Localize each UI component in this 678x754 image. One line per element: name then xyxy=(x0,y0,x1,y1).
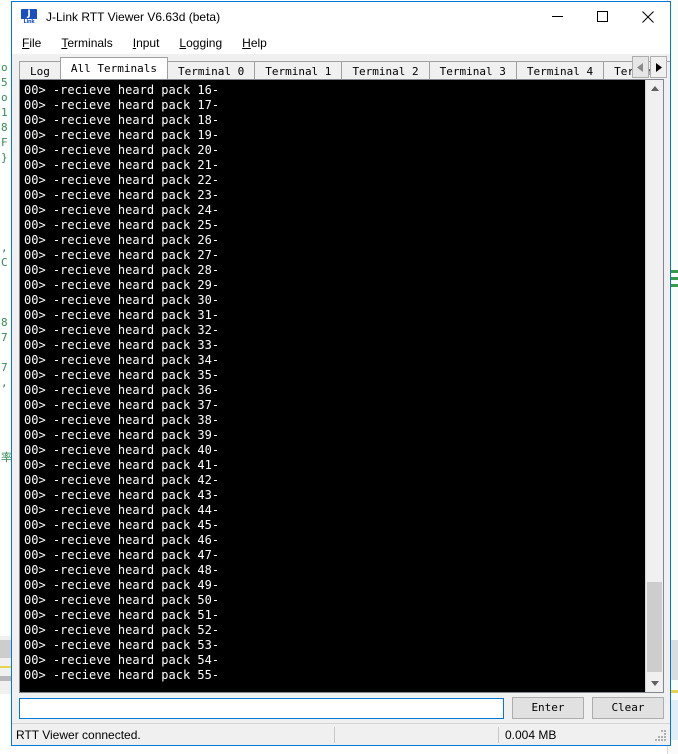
menu-item-input-rest: nput xyxy=(136,35,160,50)
tab-strip: Log All Terminals Terminal 0 Terminal 1 … xyxy=(12,54,670,79)
jlink-icon-sublabel: Link xyxy=(21,18,37,25)
terminal-scrollbar[interactable] xyxy=(645,80,663,692)
status-message: RTT Viewer connected. xyxy=(16,727,141,742)
jlink-rtt-viewer-window: J Link J-Link RTT Viewer V6.63d (beta) F… xyxy=(11,1,671,746)
clear-button[interactable]: Clear xyxy=(592,697,664,719)
menu-item-terminals[interactable]: Terminals xyxy=(59,34,122,52)
menu-item-logging-rest: ogging xyxy=(186,35,223,50)
close-button[interactable] xyxy=(625,2,670,31)
resize-grip-icon[interactable] xyxy=(653,728,667,742)
tab-scroll-controls xyxy=(631,56,667,78)
menu-bar: File Terminals Input Logging Help xyxy=(12,31,670,54)
tab-terminal-3[interactable]: Terminal 3 xyxy=(428,61,517,79)
menu-item-file[interactable]: File xyxy=(20,34,51,52)
title-bar: J Link J-Link RTT Viewer V6.63d (beta) xyxy=(12,2,670,31)
tab-scroll-left-button[interactable] xyxy=(632,56,649,78)
menu-item-file-rest: ile xyxy=(29,35,42,50)
minimize-button[interactable] xyxy=(535,2,580,31)
window-controls xyxy=(535,2,670,31)
tab-terminal-0[interactable]: Terminal 0 xyxy=(166,61,256,79)
scroll-up-icon[interactable] xyxy=(646,80,663,97)
maximize-button[interactable] xyxy=(580,2,625,31)
menu-item-input[interactable]: Input xyxy=(131,34,170,52)
scroll-down-icon[interactable] xyxy=(646,675,663,692)
tab-terminal-1[interactable]: Terminal 1 xyxy=(254,61,343,79)
tab-terminal-4[interactable]: Terminal 4 xyxy=(515,61,605,79)
input-row: Enter Clear xyxy=(12,693,670,723)
menu-item-help-rest: elp xyxy=(250,35,267,50)
terminal-scrollbar-thumb[interactable] xyxy=(647,582,662,672)
jlink-icon: J Link xyxy=(21,8,37,25)
window-title: J-Link RTT Viewer V6.63d (beta) xyxy=(46,9,221,24)
enter-button[interactable]: Enter xyxy=(512,697,584,719)
tab-scroll-right-button[interactable] xyxy=(650,56,667,78)
status-bar: RTT Viewer connected. 0.004 MB xyxy=(12,723,670,745)
tab-all-terminals[interactable]: All Terminals xyxy=(59,57,168,79)
menu-item-help[interactable]: Help xyxy=(240,34,277,52)
menu-item-logging[interactable]: Logging xyxy=(177,34,232,52)
terminal-output[interactable]: 00> -recieve heard pack 16- 00> -recieve… xyxy=(20,80,645,692)
command-input[interactable] xyxy=(19,697,504,719)
terminal-panel: 00> -recieve heard pack 16- 00> -recieve… xyxy=(19,79,664,693)
status-data-size: 0.004 MB xyxy=(505,727,557,742)
tab-terminal-2[interactable]: Terminal 2 xyxy=(341,61,430,79)
jlink-icon-letter: J xyxy=(27,8,31,19)
status-separator-1 xyxy=(334,726,335,743)
menu-item-terminals-rest: erminals xyxy=(67,35,113,50)
tab-log[interactable]: Log xyxy=(19,61,61,79)
